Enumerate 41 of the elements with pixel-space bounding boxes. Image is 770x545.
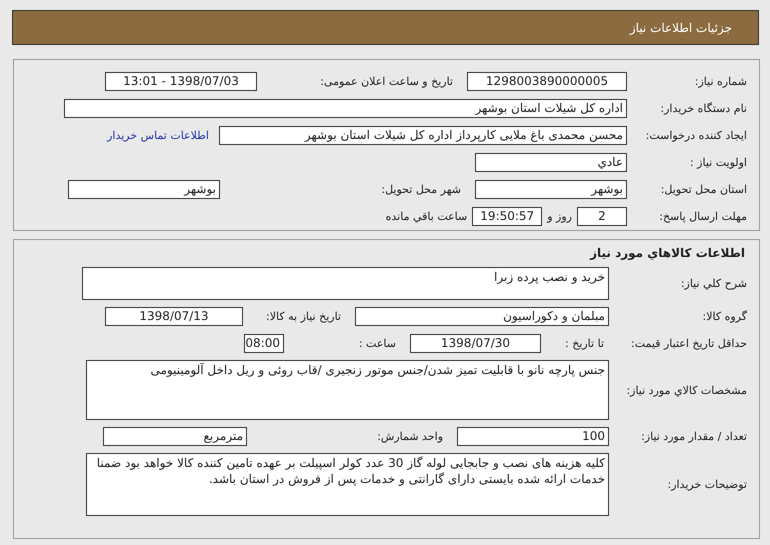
buyer-field: اداره کل شیلات استان بوشهر — [64, 99, 627, 118]
unit-field: مترمربع — [103, 427, 247, 446]
field-label: شرح کلي نياز: — [680, 277, 747, 290]
field-label: شهر محل تحویل: — [380, 183, 462, 196]
validity-date-field: 1398/07/30 — [410, 334, 541, 353]
section-title: اطلاعات كالاهاي مورد نياز — [588, 246, 746, 262]
field-label: توضیحات خریدار: — [666, 478, 747, 491]
days-text: روز و — [546, 210, 573, 223]
field-label: مهلت ارسال پاسخ: — [658, 210, 747, 223]
field-label: واحد شمارش: — [376, 430, 444, 443]
notes-field: کلیه هزینه های نصب و جابجایی لوله گاز 30 عدد کولر اسپیلت بر عهده تامین کننده کالا خواهد بود ضمنا خدمات ارائه شده بایستی دارای گارانتی و خدمات پس از فروش در استان باشد. — [86, 453, 609, 516]
need-number-field: 1298003890000005 — [467, 72, 627, 91]
specs-field: جنس پارچه نانو با قابلیت تمیز شدن/جنس موتور زنجیری /قاب روئی و ریل داخل آلومینیومی — [86, 360, 609, 420]
field-label: تاریخ و ساعت اعلان عمومی: — [319, 75, 454, 88]
field-label: استان محل تحویل: — [660, 183, 747, 196]
days-field: 2 — [577, 207, 627, 226]
buyer-contact-link[interactable]: اطلاعات تماس خریدار — [107, 129, 219, 142]
field-label: تعداد / مقدار مورد نیاز: — [640, 430, 747, 443]
time-left-text: ساعت باقي مانده — [384, 210, 468, 223]
province-field: بوشهر — [475, 180, 627, 199]
announce-date-field: 1398/07/03 - 13:01 — [105, 72, 257, 91]
field-label: ایجاد کننده درخواست: — [644, 129, 747, 142]
field-label: ساعت : — [358, 337, 397, 350]
field-label: تا تاریخ : — [564, 337, 605, 350]
summary-field: خرید و نصب پرده زبرا — [82, 267, 609, 300]
city-field: بوشهر — [68, 180, 220, 199]
validity-time-field: 08:00 — [244, 334, 284, 353]
priority-field: عادي — [475, 153, 627, 172]
field-label: شماره نیاز: — [694, 75, 747, 88]
field-label: گروه کالا: — [702, 310, 747, 323]
creator-field: محسن محمدی باغ ملایی کارپرداز اداره کل شیلات استان بوشهر — [219, 126, 627, 145]
need-date-field: 1398/07/13 — [105, 307, 243, 326]
field-label: نام دستگاه خریدار: — [659, 102, 747, 115]
page-title: جزئیات اطلاعات نیاز — [630, 20, 732, 34]
field-label: اولویت نیاز : — [688, 156, 747, 169]
quantity-field: 100 — [457, 427, 609, 446]
field-label: حداقل تاریخ اعتبار قیمت: — [630, 337, 747, 350]
field-label: مشخصات کالاي مورد نياز: — [625, 384, 747, 396]
time-left-field: 19:50:57 — [472, 207, 542, 226]
field-label: تاریخ نیاز به کالا: — [265, 310, 342, 323]
group-field: مبلمان و دکوراسیون — [355, 307, 609, 326]
